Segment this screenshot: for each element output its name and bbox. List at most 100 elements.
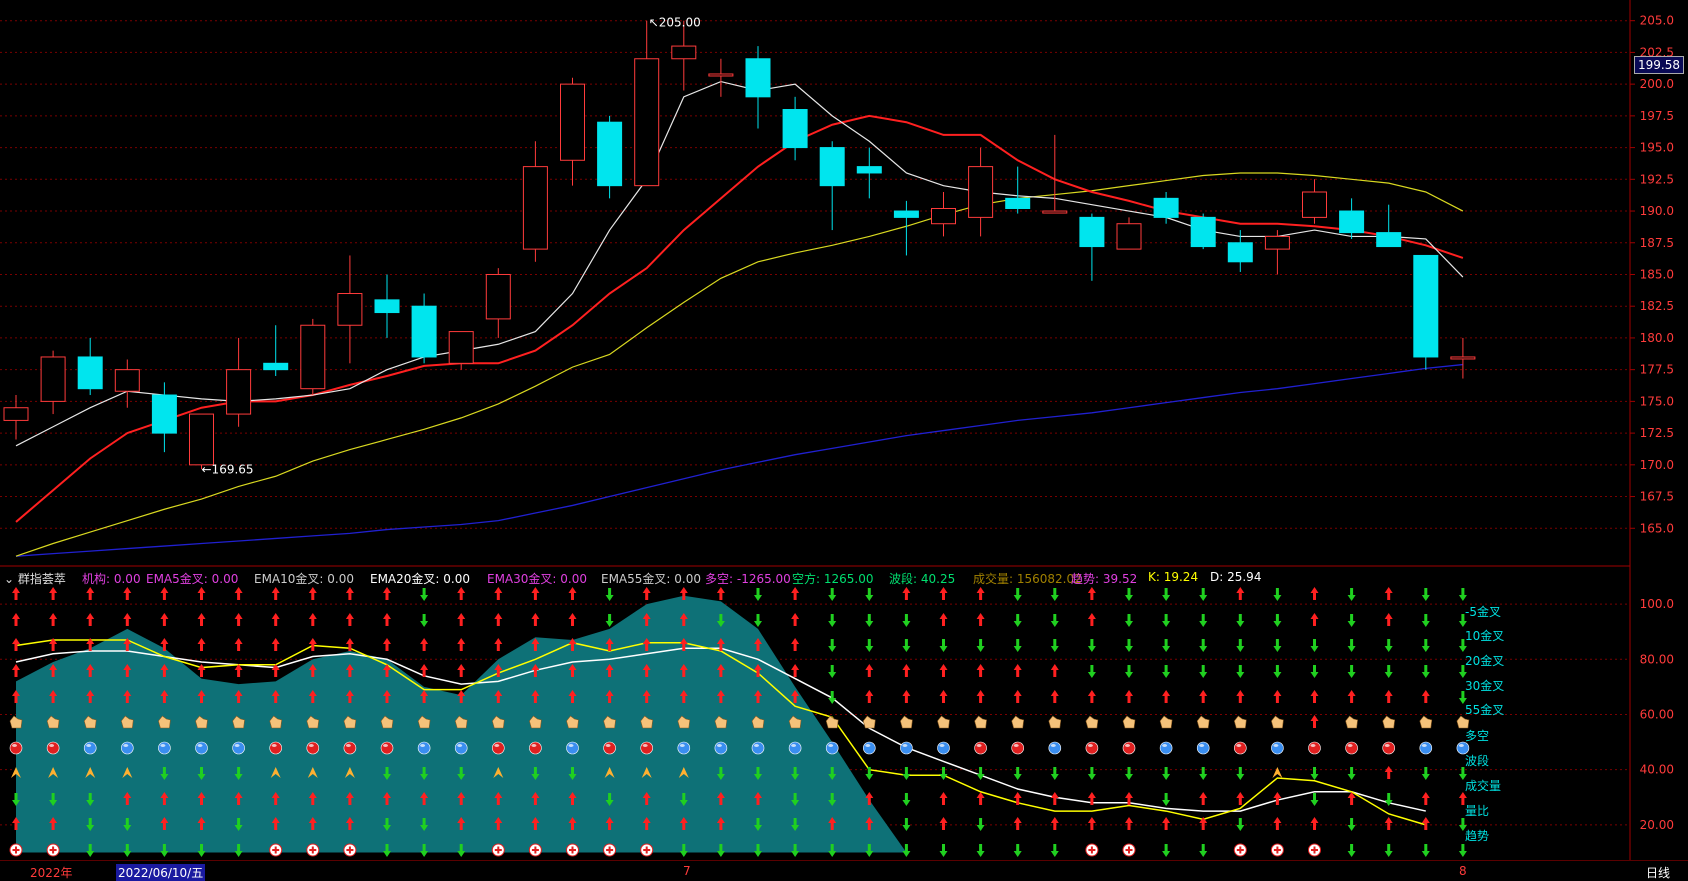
down-arrow-icon	[1162, 793, 1171, 806]
candle	[411, 293, 437, 364]
candle-body	[671, 45, 697, 60]
hand-icon	[1271, 715, 1284, 729]
up-arrow-icon	[1050, 664, 1059, 677]
plus-mark	[606, 846, 614, 854]
ball-highlight	[1458, 744, 1464, 747]
blue-ball-icon	[454, 741, 468, 755]
blue-ball-icon	[83, 741, 97, 755]
red-ball-icon	[306, 741, 320, 755]
down-arrow-icon	[234, 818, 243, 831]
up-arrow-icon	[1087, 690, 1096, 703]
hand-icon	[120, 715, 134, 729]
down-arrow-icon	[865, 844, 874, 857]
down-arrow-icon	[1162, 665, 1171, 678]
up-arrow-icon	[568, 638, 577, 651]
candle-body	[300, 324, 326, 390]
plus-circle-icon	[640, 843, 654, 857]
down-arrow-icon	[791, 818, 800, 831]
candle-body	[485, 273, 511, 320]
red-ball-icon	[46, 741, 60, 755]
down-arrow-icon	[1273, 665, 1282, 678]
date-label[interactable]: 2022/06/10/五	[116, 864, 206, 881]
low-label: ←169.65	[202, 462, 254, 476]
up-arrow-icon	[902, 587, 911, 600]
blue-ball-icon	[862, 741, 876, 755]
candle	[374, 274, 400, 338]
candle	[1005, 166, 1031, 214]
up-arrow-icon	[234, 613, 243, 626]
down-arrow-icon	[1162, 844, 1171, 857]
runner-icon	[493, 767, 504, 778]
up-arrow-icon	[457, 817, 466, 830]
ball-highlight	[939, 744, 945, 747]
up-arrow-icon	[1384, 613, 1393, 626]
y-tick-label: 165.0	[1640, 521, 1674, 535]
period-label[interactable]: 日线	[1646, 864, 1670, 881]
down-arrow-icon	[12, 793, 20, 806]
down-arrow-icon	[1050, 844, 1059, 857]
up-arrow-icon	[420, 792, 429, 805]
candle-body	[3, 407, 29, 421]
down-arrow-icon	[1050, 588, 1059, 601]
ball-highlight	[1384, 744, 1390, 747]
up-arrow-icon	[345, 664, 354, 677]
up-arrow-icon	[642, 690, 651, 703]
up-arrow-icon	[1236, 587, 1245, 600]
up-arrow-icon	[754, 638, 762, 651]
up-arrow-icon	[754, 792, 762, 805]
up-arrow-icon	[308, 817, 317, 830]
sub-y-tick-label: 60.00	[1640, 707, 1674, 721]
down-arrow-icon	[1236, 614, 1245, 627]
candle-body	[708, 73, 734, 77]
plus-circle-icon	[46, 843, 60, 857]
y-tick-label: 205.0	[1640, 14, 1674, 28]
up-arrow-icon	[1347, 792, 1356, 805]
up-arrow-icon	[976, 587, 985, 600]
red-ball-icon	[640, 741, 654, 755]
up-arrow-icon	[271, 817, 280, 830]
hand-icon	[195, 715, 208, 729]
ball-highlight	[49, 744, 55, 747]
red-ball-icon	[1122, 741, 1136, 755]
down-arrow-icon	[1236, 639, 1245, 652]
indicator-name[interactable]: ⌄ 群指荟萃	[4, 570, 66, 587]
down-arrow-icon	[1347, 844, 1356, 857]
candle-body	[745, 58, 771, 98]
up-arrow-icon	[754, 690, 762, 703]
up-arrow-icon	[939, 690, 948, 703]
blue-ball-icon	[825, 741, 839, 755]
plus-circle-icon	[528, 843, 542, 857]
candle	[3, 395, 29, 440]
y-tick-label: 175.0	[1640, 394, 1674, 408]
plus-mark	[346, 846, 354, 854]
y-tick-label: 182.5	[1640, 299, 1674, 313]
down-arrow-icon	[1273, 588, 1282, 601]
up-arrow-icon	[494, 690, 503, 703]
signal-row-label: 多空	[1465, 729, 1489, 743]
candle-body	[1376, 232, 1402, 248]
down-arrow-icon	[754, 767, 762, 780]
down-arrow-icon	[679, 844, 688, 857]
up-arrow-icon	[1310, 690, 1319, 703]
candle	[931, 192, 956, 237]
up-arrow-icon	[308, 587, 317, 600]
legend-item: EMA20金叉: 0.00	[370, 572, 470, 586]
down-arrow-icon	[1087, 665, 1096, 678]
up-arrow-icon	[86, 587, 95, 600]
ball-highlight	[1125, 744, 1130, 747]
up-arrow-icon	[531, 613, 540, 626]
down-arrow-icon	[383, 818, 391, 831]
candle	[1190, 213, 1216, 250]
ball-highlight	[865, 744, 871, 747]
candle	[708, 58, 734, 97]
candle-body	[1153, 197, 1179, 218]
up-arrow-icon	[49, 664, 58, 677]
hand-icon	[46, 715, 60, 729]
up-arrow-icon	[568, 792, 577, 805]
up-arrow-icon	[160, 613, 169, 626]
up-arrow-icon	[865, 664, 874, 677]
down-arrow-icon	[1421, 639, 1430, 652]
signal-row-label: 成交量	[1465, 778, 1501, 793]
runner-icon	[678, 767, 689, 778]
plus-circle-icon	[1122, 843, 1136, 857]
